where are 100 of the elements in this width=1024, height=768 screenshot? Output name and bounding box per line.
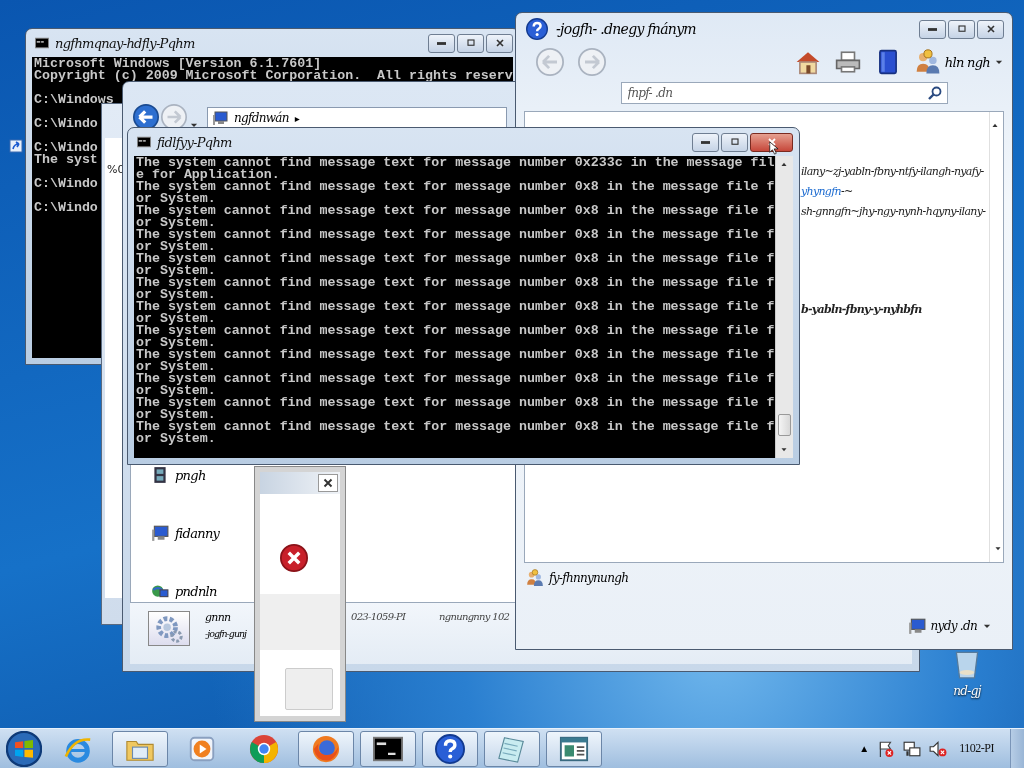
console-line: The system cannot find message text for message number 0x8 in the message file f [136, 181, 775, 193]
scrollbar[interactable] [775, 156, 793, 458]
flag-icon [877, 739, 896, 758]
chrome-icon [249, 733, 279, 764]
computer-icon [151, 524, 169, 542]
close-icon [321, 476, 335, 490]
help-icon [435, 733, 465, 764]
gear-icon [154, 613, 184, 644]
show-desktop-button[interactable] [1010, 728, 1024, 768]
console-line: or System. [136, 361, 216, 373]
detail-date: 023-1059-PI [351, 611, 406, 622]
scroll-thumb[interactable] [778, 414, 791, 436]
maximize-icon [728, 136, 741, 148]
console-line: The system cannot find message text for message number 0x8 in the message file f [136, 253, 775, 265]
maximize-icon [464, 37, 477, 49]
maximize-button[interactable] [948, 19, 975, 39]
console-line: The system cannot find message text for message number 0x8 in the message file f [136, 325, 775, 337]
help-link[interactable]: yhyngfn [801, 185, 841, 198]
show-hidden-icons-button[interactable]: ▲ [859, 743, 870, 754]
window-title: ngfhmqnay-hdfly-Pqhm [55, 35, 195, 51]
help-icon [526, 18, 548, 40]
console-line: C:\Windows [34, 94, 114, 106]
clock[interactable]: 1102-PI [955, 741, 1002, 756]
console-icon [136, 135, 152, 149]
minimize-icon [928, 27, 937, 31]
console-line: C:\Windo [34, 202, 98, 214]
scrollbar[interactable] [989, 112, 1003, 562]
detail-meta: ngnungnny 102 [439, 611, 510, 622]
help-heading: b-yabln-fbny-y-nyhbfn [801, 302, 923, 318]
console-line: Microsoft Windows [Version 6.1.7601] [34, 58, 322, 70]
options-menu[interactable]: hln ngh [914, 49, 1004, 75]
people-icon [914, 49, 941, 75]
close-icon [984, 23, 997, 35]
minimize-button[interactable] [919, 19, 946, 39]
breadcrumb-arrow[interactable]: ▸ [294, 112, 300, 124]
maximize-button[interactable] [457, 33, 484, 53]
console-line: C:\Windo [34, 178, 98, 190]
console-line: or System. [136, 289, 216, 301]
console-line: The system cannot find message text for message number 0x8 in the message file f [136, 229, 775, 241]
console-line: C:\Windo [34, 142, 98, 154]
close-button[interactable] [318, 474, 338, 492]
action-center-button[interactable] [877, 739, 896, 758]
error-icon [280, 544, 308, 572]
console-line: The system cannot find message text for message number 0x8 in the message file f [136, 373, 775, 385]
sidebar-item[interactable]: pngh [151, 466, 220, 484]
address-bar[interactable]: ngfdnwán ▸ [207, 107, 507, 129]
console-line: The system cannot find message text for message number 0x8 in the message file f [136, 205, 775, 217]
close-button[interactable] [486, 33, 513, 53]
sidebar-item[interactable]: pndnln [151, 582, 220, 600]
help-text: sh-gnngfn~jhy-ngy-nynh-hqyny-ilany- [801, 204, 987, 220]
detail-subtitle: -jogfn-gunj [205, 628, 247, 639]
window-title: fidlfyy-Pqhm [157, 134, 232, 150]
console-line: The system cannot find message text for message number 0x8 in the message file f [136, 301, 775, 313]
forward-icon [578, 48, 606, 76]
console-line: or System. [136, 193, 216, 205]
taskbar-button[interactable] [360, 730, 416, 767]
volume-icon [929, 739, 948, 758]
computer-icon [907, 617, 926, 635]
console-line: The system cannot find message text for message number 0x233c in the message fil [136, 157, 775, 169]
console-line: or System. [136, 313, 216, 325]
shortcut-icon [8, 138, 24, 154]
sidebar-item[interactable]: fidanny [151, 524, 220, 542]
minimize-icon [701, 140, 710, 144]
help-text: ilany~zj-yabln-fbny-ntfy-ilangh-nyafy- [801, 164, 985, 180]
window-title: -jogfh- .dnegy fnánym [556, 21, 696, 37]
globe-icon [151, 582, 169, 600]
console-icon [34, 36, 50, 50]
console-line: or System. [136, 265, 216, 277]
console-line: C:\Windo [34, 118, 98, 130]
firefox-icon [311, 733, 341, 764]
recycle-bin[interactable]: nd-gj [950, 646, 984, 698]
console-line: or System. [136, 337, 216, 349]
minimize-button[interactable] [428, 33, 455, 53]
network-icon [903, 739, 922, 758]
maximize-button[interactable] [721, 132, 748, 152]
taskbar-button[interactable] [422, 730, 478, 767]
computer-icon [212, 110, 228, 126]
support-link[interactable]: fy-fhnnynungh [526, 569, 629, 587]
volume-button[interactable] [929, 739, 948, 758]
search-icon [926, 85, 943, 101]
close-icon [765, 136, 778, 148]
maximize-icon [955, 23, 968, 35]
console-line: or System. [136, 241, 216, 253]
minimize-button[interactable] [692, 132, 719, 152]
console-line: or System. [136, 385, 216, 397]
console-line: or System. [136, 409, 216, 421]
search-field[interactable]: fnpf- .dn [620, 82, 948, 104]
console-line: or System. [136, 217, 216, 229]
breadcrumb[interactable]: ngfdnwán [234, 111, 289, 125]
close-button[interactable] [977, 19, 1004, 39]
connection-menu[interactable]: nydy .dn [907, 617, 992, 635]
network-button[interactable] [903, 739, 922, 758]
close-button[interactable] [750, 132, 793, 152]
people-icon [526, 569, 544, 587]
back-icon [536, 48, 564, 76]
console-line: The system cannot find message text for message number 0x8 in the message file f [136, 277, 775, 289]
detail-name: gnnn [205, 611, 231, 624]
help-text: yhyngfn-~ [801, 184, 854, 200]
print-button[interactable] [834, 49, 861, 75]
console-line: The syst [34, 154, 98, 166]
